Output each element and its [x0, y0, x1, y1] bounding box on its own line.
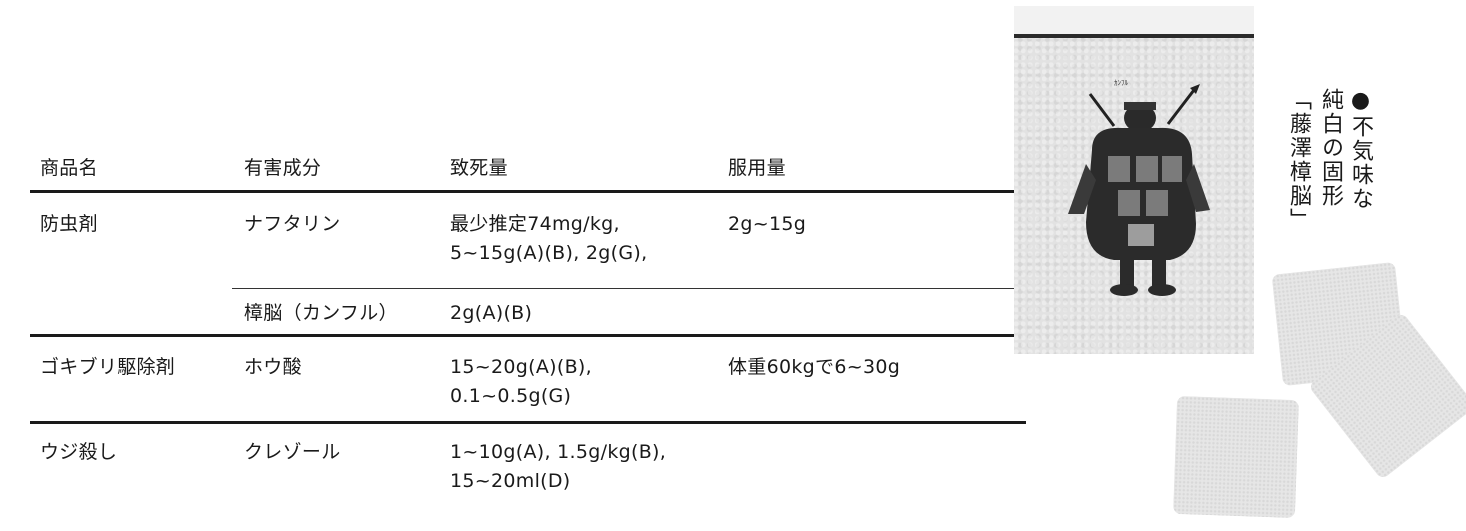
row2-rule — [30, 334, 1026, 337]
row4-product: ウジ殺し — [40, 441, 118, 463]
package-brand-text: ｶﾝﾌﾙ — [1114, 79, 1128, 87]
row3-rule — [30, 421, 1026, 424]
row3-product: ゴキブリ駆除剤 — [40, 356, 176, 378]
row1-lethal-line2: 5~15g(A)(B), 2g(G), — [450, 242, 648, 264]
header-ingredient: 有害成分 — [244, 157, 322, 179]
row2-lethal-line1: 2g(A)(B) — [450, 302, 533, 324]
row4-lethal-line2: 15~20ml(D) — [450, 470, 571, 492]
caption-line-1: ●不気味な — [1348, 88, 1373, 211]
header-rule — [30, 190, 1026, 193]
row1-ingredient: ナフタリン — [244, 213, 341, 235]
row3-lethal-line1: 15~20g(A)(B), — [450, 356, 592, 378]
warrior-figure-illustration — [1068, 84, 1210, 296]
row1-lethal-line1: 最少推定74mg/kg, — [450, 213, 620, 235]
row3-ingredient: ホウ酸 — [244, 356, 302, 378]
row4-ingredient: クレゾール — [244, 441, 341, 463]
row4-lethal-line1: 1~10g(A), 1.5g/kg(B), — [450, 441, 667, 463]
header-lethal-dose: 致死量 — [450, 157, 508, 179]
row1-subrule — [232, 288, 1026, 289]
row3-dose: 体重60kgで6~30g — [728, 356, 901, 378]
package-seal-line — [1014, 34, 1254, 38]
header-product: 商品名 — [40, 157, 98, 179]
caption-line-2: 純白の固形 — [1318, 88, 1343, 208]
row2-ingredient: 樟脳（カンフル） — [244, 302, 398, 324]
caption-line-3: 「藤澤樟脳」 — [1286, 88, 1311, 232]
header-dose: 服用量 — [728, 157, 786, 179]
row1-product: 防虫剤 — [40, 213, 98, 235]
camphor-tablet-3 — [1172, 395, 1300, 519]
package-top-band — [1014, 6, 1254, 34]
row3-lethal-line2: 0.1~0.5g(G) — [450, 385, 572, 407]
camphor-package-photo: ｶﾝﾌﾙ — [1014, 6, 1254, 354]
row1-dose: 2g~15g — [728, 213, 807, 235]
